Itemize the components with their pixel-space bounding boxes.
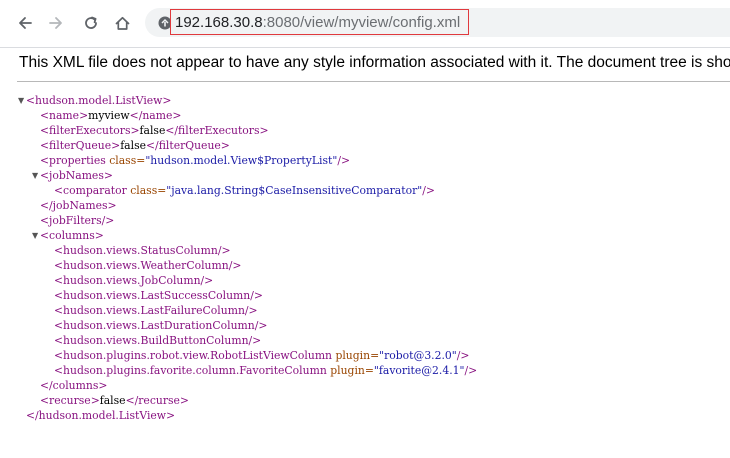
- xml-tag: </hudson.model.ListView>: [26, 409, 176, 422]
- url-host: 192.168.30.8: [175, 13, 263, 31]
- back-button[interactable]: [14, 12, 36, 34]
- home-button[interactable]: [111, 12, 133, 34]
- xml-tag: />: [337, 154, 350, 167]
- xml-attribute: class=: [126, 184, 167, 197]
- xml-attribute-value: "hudson.model.View$PropertyList": [145, 154, 338, 167]
- xml-tag: <hudson.plugins.robot.view.RobotListView…: [54, 349, 333, 362]
- xml-line: <hudson.plugins.favorite.column.Favorite…: [54, 363, 477, 378]
- xml-line: </jobNames>: [40, 198, 117, 213]
- url-path: :8080/view/myview/config.xml: [262, 13, 461, 31]
- xml-text: myview: [88, 109, 130, 122]
- xml-attribute-value: "robot@3.2.0": [379, 349, 457, 362]
- xml-tag: <comparator: [54, 184, 127, 197]
- home-icon: [115, 16, 129, 30]
- xml-tag: <jobNames>: [40, 169, 113, 182]
- xml-tag: <hudson.views.StatusColumn/>: [54, 244, 231, 257]
- xml-line: <hudson.views.JobColumn/>: [54, 273, 213, 288]
- xml-line: <hudson.model.ListView>: [26, 93, 171, 108]
- info-divider: [17, 81, 730, 82]
- xml-attribute-value: "java.lang.String$CaseInsensitiveCompara…: [166, 184, 423, 197]
- forward-button[interactable]: [45, 12, 67, 34]
- xml-tag: <columns>: [40, 229, 104, 242]
- xml-tag: </jobNames>: [40, 199, 117, 212]
- xml-attribute: plugin=: [332, 349, 380, 362]
- xml-line: <hudson.views.LastDurationColumn/>: [54, 318, 267, 333]
- xml-tag: <hudson.views.JobColumn/>: [54, 274, 214, 287]
- xml-tag: <hudson.plugins.favorite.column.Favorite…: [54, 364, 327, 377]
- xml-line: <name>myview</name>: [40, 108, 181, 123]
- xml-line: </hudson.model.ListView>: [26, 408, 175, 423]
- xml-tag: <hudson.model.ListView>: [26, 94, 172, 107]
- xml-line: <hudson.views.BuildButtonColumn/>: [54, 333, 261, 348]
- reload-button[interactable]: [80, 12, 102, 34]
- xml-line: <filterExecutors>false</filterExecutors>: [40, 123, 269, 138]
- xml-line: <comparator class="java.lang.String$Case…: [54, 183, 435, 198]
- xml-tag: </filterExecutors>: [165, 124, 269, 137]
- xml-line: <columns>: [40, 228, 104, 243]
- xml-tag: <hudson.views.LastFailureColumn/>: [54, 304, 258, 317]
- reload-icon: [85, 16, 97, 29]
- xml-tag: <hudson.views.BuildButtonColumn/>: [54, 334, 262, 347]
- xml-tag: <hudson.views.LastSuccessColumn/>: [54, 289, 263, 302]
- xml-text: false: [120, 139, 147, 152]
- xml-tag: />: [456, 349, 470, 362]
- forward-arrow-icon: [49, 17, 62, 29]
- xml-tag: <properties: [40, 154, 106, 167]
- xml-tag: <hudson.views.WeatherColumn/>: [54, 259, 242, 272]
- xml-style-info-message: This XML file does not appear to have an…: [19, 54, 730, 71]
- xml-tag: <filterQueue>: [40, 139, 121, 152]
- xml-tag: </name>: [129, 109, 182, 122]
- xml-attribute: plugin=: [326, 364, 374, 377]
- url-highlight[interactable]: 192.168.30.8:8080/view/myview/config.xml: [170, 9, 470, 35]
- xml-line: <jobNames>: [40, 168, 113, 183]
- xml-tag: <jobFilters/>: [40, 214, 115, 227]
- xml-tag: <name>: [40, 109, 89, 122]
- xml-text: false: [99, 394, 126, 407]
- xml-tag: </recurse>: [125, 394, 189, 407]
- xml-line: <hudson.plugins.robot.view.RobotListView…: [54, 348, 469, 363]
- xml-line: <hudson.views.LastSuccessColumn/>: [54, 288, 263, 303]
- xml-line: <jobFilters/>: [40, 213, 114, 228]
- xml-tag: />: [464, 364, 478, 377]
- xml-tag: <filterExecutors>: [40, 124, 140, 137]
- xml-tag: <hudson.views.LastDurationColumn/>: [54, 319, 268, 332]
- xml-line: <properties class="hudson.model.View$Pro…: [40, 153, 350, 168]
- xml-line: <hudson.views.LastFailureColumn/>: [54, 303, 258, 318]
- xml-attribute-value: "favorite@2.4.1": [373, 364, 465, 377]
- xml-line: <hudson.views.WeatherColumn/>: [54, 258, 241, 273]
- xml-line: <hudson.views.StatusColumn/>: [54, 243, 231, 258]
- xml-tag: />: [422, 184, 435, 197]
- xml-line: <filterQueue>false</filterQueue>: [40, 138, 230, 153]
- xml-text: false: [139, 124, 166, 137]
- xml-tag: </columns>: [40, 379, 108, 392]
- xml-tag: </filterQueue>: [146, 139, 230, 152]
- xml-attribute: class=: [105, 154, 146, 167]
- toolbar-divider: [0, 47, 730, 48]
- xml-line: </columns>: [40, 378, 107, 393]
- xml-line: <recurse>false</recurse>: [40, 393, 189, 408]
- back-arrow-icon: [19, 17, 32, 29]
- xml-tag: <recurse>: [40, 394, 100, 407]
- browser-toolbar: 192.168.30.8:8080/view/myview/config.xml: [0, 0, 730, 46]
